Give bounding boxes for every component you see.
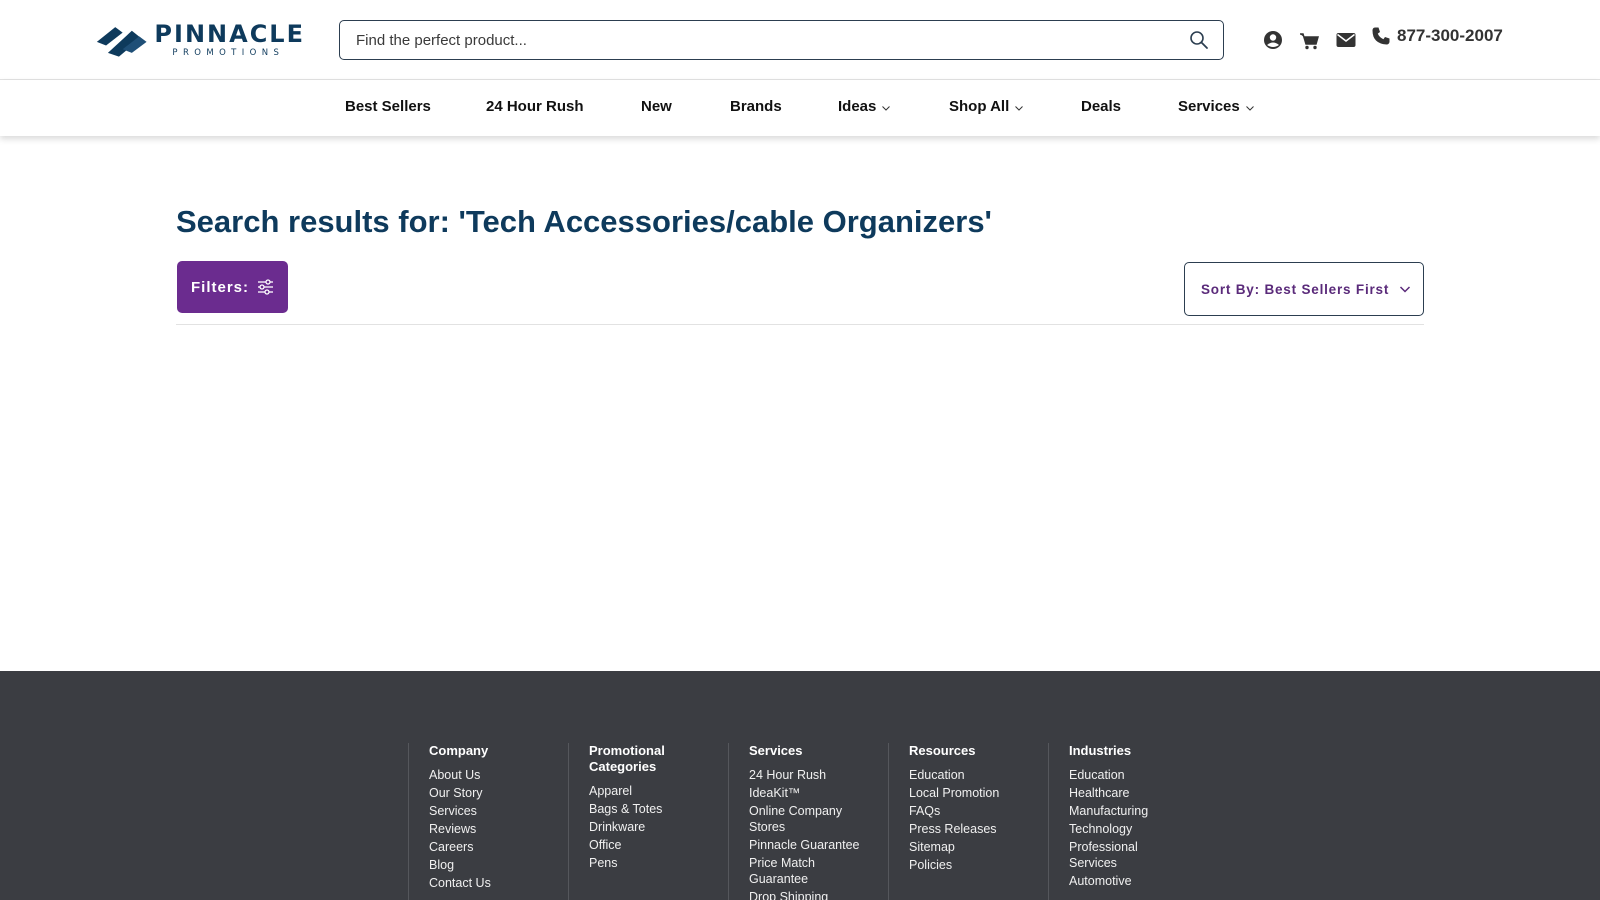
footer-column-title: Services	[749, 743, 803, 758]
nav-label: New	[641, 98, 672, 115]
footer-column-title: Industries	[1069, 743, 1132, 758]
footer-link[interactable]: FAQs	[909, 803, 1048, 819]
logo-mark-icon	[96, 27, 147, 57]
footer-link[interactable]: Pinnacle Guarantee	[749, 837, 874, 853]
footer-link[interactable]: Sitemap	[909, 839, 1048, 855]
footer-link[interactable]: Press Releases	[909, 821, 1048, 837]
footer-link[interactable]: Office	[589, 837, 728, 853]
phone-icon	[1372, 27, 1390, 45]
footer-column-title: Resources	[909, 743, 976, 758]
nav-label: Services	[1178, 98, 1240, 115]
footer-link[interactable]: 24 Hour Rush	[749, 767, 874, 783]
cart-icon[interactable]	[1298, 28, 1320, 52]
footer-column-title: Promotional Categories	[589, 743, 665, 774]
footer-link[interactable]: Price Match Guarantee	[749, 855, 839, 887]
chevron-down-icon	[882, 105, 891, 111]
nav-item-new[interactable]: New	[641, 98, 672, 115]
chevron-down-icon	[1015, 105, 1024, 111]
search-input[interactable]	[356, 31, 1176, 49]
pinnacle-logo[interactable]: PINNACLE PROMOTIONS	[95, 18, 305, 62]
nav-item-services[interactable]: Services	[1178, 98, 1255, 115]
footer-link[interactable]: About Us	[429, 767, 568, 783]
footer-link[interactable]: Healthcare	[1069, 785, 1208, 801]
footer-link[interactable]: Education	[1069, 767, 1208, 783]
nav-item-deals[interactable]: Deals	[1081, 98, 1121, 115]
footer-link[interactable]: Blog	[429, 857, 568, 873]
main-nav: Best Sellers 24 Hour Rush New Brands Ide…	[0, 80, 1600, 136]
footer-column-title: Company	[429, 743, 489, 758]
sort-select[interactable]: Sort By: Best Sellers First	[1184, 262, 1424, 316]
footer-link[interactable]: Apparel	[589, 783, 728, 799]
sort-label: Sort By: Best Sellers First	[1201, 281, 1390, 297]
footer-link[interactable]: Pens	[589, 855, 728, 871]
footer-link[interactable]: Contact Us	[429, 875, 568, 891]
footer-link[interactable]: Local Promotion	[909, 785, 1048, 801]
nav-label: Brands	[730, 98, 782, 115]
nav-label: Shop All	[949, 98, 1010, 115]
search-icon[interactable]	[1189, 30, 1209, 50]
footer-link[interactable]: Online Company Stores	[749, 803, 859, 835]
footer-link[interactable]: Services	[429, 803, 568, 819]
footer-link[interactable]: Automotive	[1069, 873, 1208, 889]
footer-link[interactable]: Education	[909, 767, 1048, 783]
filters-label: Filters:	[190, 278, 249, 296]
logo-name: PINNACLE	[154, 20, 305, 49]
footer-link[interactable]: Our Story	[429, 785, 568, 801]
site-footer: Company About Us Our Story Services Revi…	[0, 671, 1600, 900]
nav-item-24-hour-rush[interactable]: 24 Hour Rush	[486, 98, 584, 115]
footer-column-services: Services 24 Hour Rush IdeaKit™ Online Co…	[728, 743, 888, 900]
nav-label: Best Sellers	[345, 98, 431, 115]
logo-subtitle: PROMOTIONS	[172, 48, 285, 59]
chevron-down-icon	[1245, 105, 1254, 111]
sliders-icon	[258, 279, 273, 295]
filters-button[interactable]: Filters:	[177, 261, 288, 313]
logo-text: PINNACLE PROMOTIONS	[154, 22, 305, 58]
nav-item-ideas[interactable]: Ideas	[838, 98, 891, 115]
footer-link[interactable]: Manufacturing	[1069, 803, 1208, 819]
footer-link[interactable]: Drinkware	[589, 819, 728, 835]
footer-link[interactable]: Drop Shipping	[749, 889, 874, 900]
nav-label: Ideas	[838, 98, 877, 115]
footer-link[interactable]: Technology	[1069, 821, 1208, 837]
footer-column-industries: Industries Education Healthcare Manufact…	[1048, 743, 1208, 900]
nav-label: 24 Hour Rush	[486, 98, 584, 115]
footer-link[interactable]: Bags & Totes	[589, 801, 728, 817]
nav-label: Deals	[1081, 98, 1122, 115]
phone-link[interactable]: 877-300-2007	[1371, 26, 1503, 46]
footer-link[interactable]: IdeaKit™	[749, 785, 874, 801]
results-divider	[176, 324, 1424, 325]
search-bar	[339, 20, 1224, 60]
mail-icon[interactable]	[1335, 28, 1357, 52]
footer-link[interactable]: Professional Services	[1069, 839, 1159, 871]
footer-column-promotional-categories: Promotional Categories Apparel Bags & To…	[568, 743, 728, 900]
nav-item-best-sellers[interactable]: Best Sellers	[345, 98, 431, 115]
nav-item-brands[interactable]: Brands	[730, 98, 782, 115]
phone-number: 877-300-2007	[1397, 26, 1503, 45]
chevron-down-icon	[1400, 286, 1411, 293]
page-title: Search results for: 'Tech Accessories/ca…	[176, 204, 992, 239]
footer-link[interactable]: Careers	[429, 839, 568, 855]
footer-link[interactable]: Reviews	[429, 821, 568, 837]
account-icon[interactable]	[1262, 28, 1284, 52]
nav-item-shop-all[interactable]: Shop All	[949, 98, 1024, 115]
site-header: PINNACLE PROMOTIONS 877-300-2007	[0, 0, 1600, 80]
footer-column-company: Company About Us Our Story Services Revi…	[408, 743, 568, 900]
footer-column-resources: Resources Education Local Promotion FAQs…	[888, 743, 1048, 900]
footer-link[interactable]: Policies	[909, 857, 1048, 873]
